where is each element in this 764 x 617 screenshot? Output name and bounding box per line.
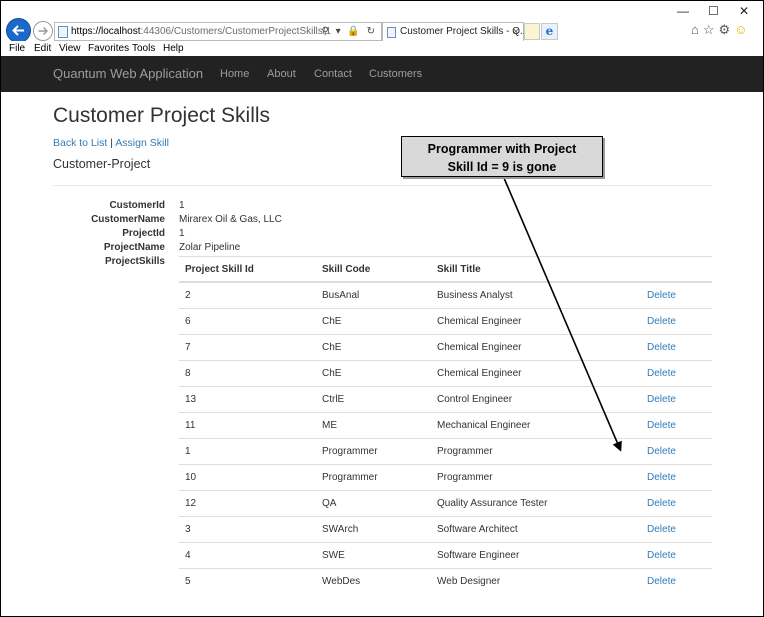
annotation-arrow (503, 177, 622, 452)
annotation-line-1: Programmer with Project (427, 142, 577, 156)
browser-window: https://localhost:44306/Customers/Custom… (0, 0, 764, 617)
annotation-callout: Programmer with Project Skill Id = 9 is … (401, 136, 603, 177)
annotation-line-2: Skill Id = 9 is gone (447, 160, 557, 174)
